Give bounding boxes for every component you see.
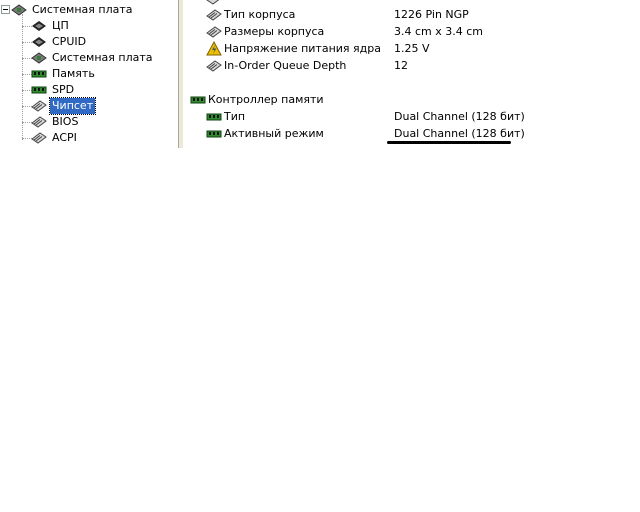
chip-icon — [31, 98, 47, 114]
tree-item-label: ЦП — [52, 19, 69, 32]
tree-item-label: SPD — [52, 83, 75, 96]
tree-item-label: Чипсет — [48, 97, 97, 115]
tree-expander-minus[interactable] — [1, 5, 10, 14]
chip-icon — [206, 24, 222, 40]
detail-field: Активный режим — [224, 127, 324, 140]
detail-field: Напряжение питания ядра — [224, 42, 381, 55]
cpu-chip-icon — [31, 18, 47, 34]
memory-module-icon — [31, 66, 47, 82]
device-tree[interactable]: Системная плата ЦП CPUID Системная плата — [0, 0, 178, 148]
memory-module-icon — [206, 126, 222, 142]
detail-field: Размеры корпуса — [224, 25, 325, 38]
motherboard-icon — [31, 50, 47, 66]
tree-item-label: Память — [52, 67, 95, 80]
detail-field: Тип — [224, 110, 246, 123]
cpu-chip-icon — [31, 34, 47, 50]
section-title: Контроллер памяти — [208, 93, 324, 106]
memory-module-icon — [190, 92, 206, 108]
detail-value: 3.4 cm x 3.4 cm — [394, 25, 484, 38]
app-window: Системная плата ЦП CPUID Системная плата — [0, 0, 640, 148]
detail-value: Dual Channel (128 бит) — [394, 110, 525, 123]
tree-item-label: Системная плата — [32, 3, 133, 16]
tree-item-label: Системная плата — [52, 51, 153, 64]
tree-item-label: CPUID — [52, 35, 87, 48]
chip-icon — [31, 130, 47, 146]
detail-value: 1226 Pin NGP — [394, 8, 469, 21]
chip-icon — [31, 114, 47, 130]
hand-drawn-underline — [387, 141, 511, 144]
detail-field: Тип корпуса — [224, 8, 296, 21]
chip-icon — [206, 7, 222, 23]
detail-value: 12 — [394, 59, 408, 72]
blank-area — [0, 148, 640, 512]
memory-module-icon — [206, 109, 222, 125]
detail-value: 1.25 V — [394, 42, 430, 55]
tree-item-label: BIOS — [52, 115, 79, 128]
detail-value: Dual Channel (128 бит) — [394, 127, 525, 140]
chip-icon — [206, 58, 222, 74]
motherboard-icon — [11, 2, 27, 18]
voltage-warning-icon — [206, 40, 222, 57]
tree-item-label: ACPI — [52, 131, 77, 144]
chip-icon — [206, 0, 222, 7]
memory-module-icon — [31, 82, 47, 98]
detail-field: In-Order Queue Depth — [224, 59, 347, 72]
details-pane: Тип корпуса 1226 Pin NGP Размеры корпуса… — [184, 0, 640, 148]
